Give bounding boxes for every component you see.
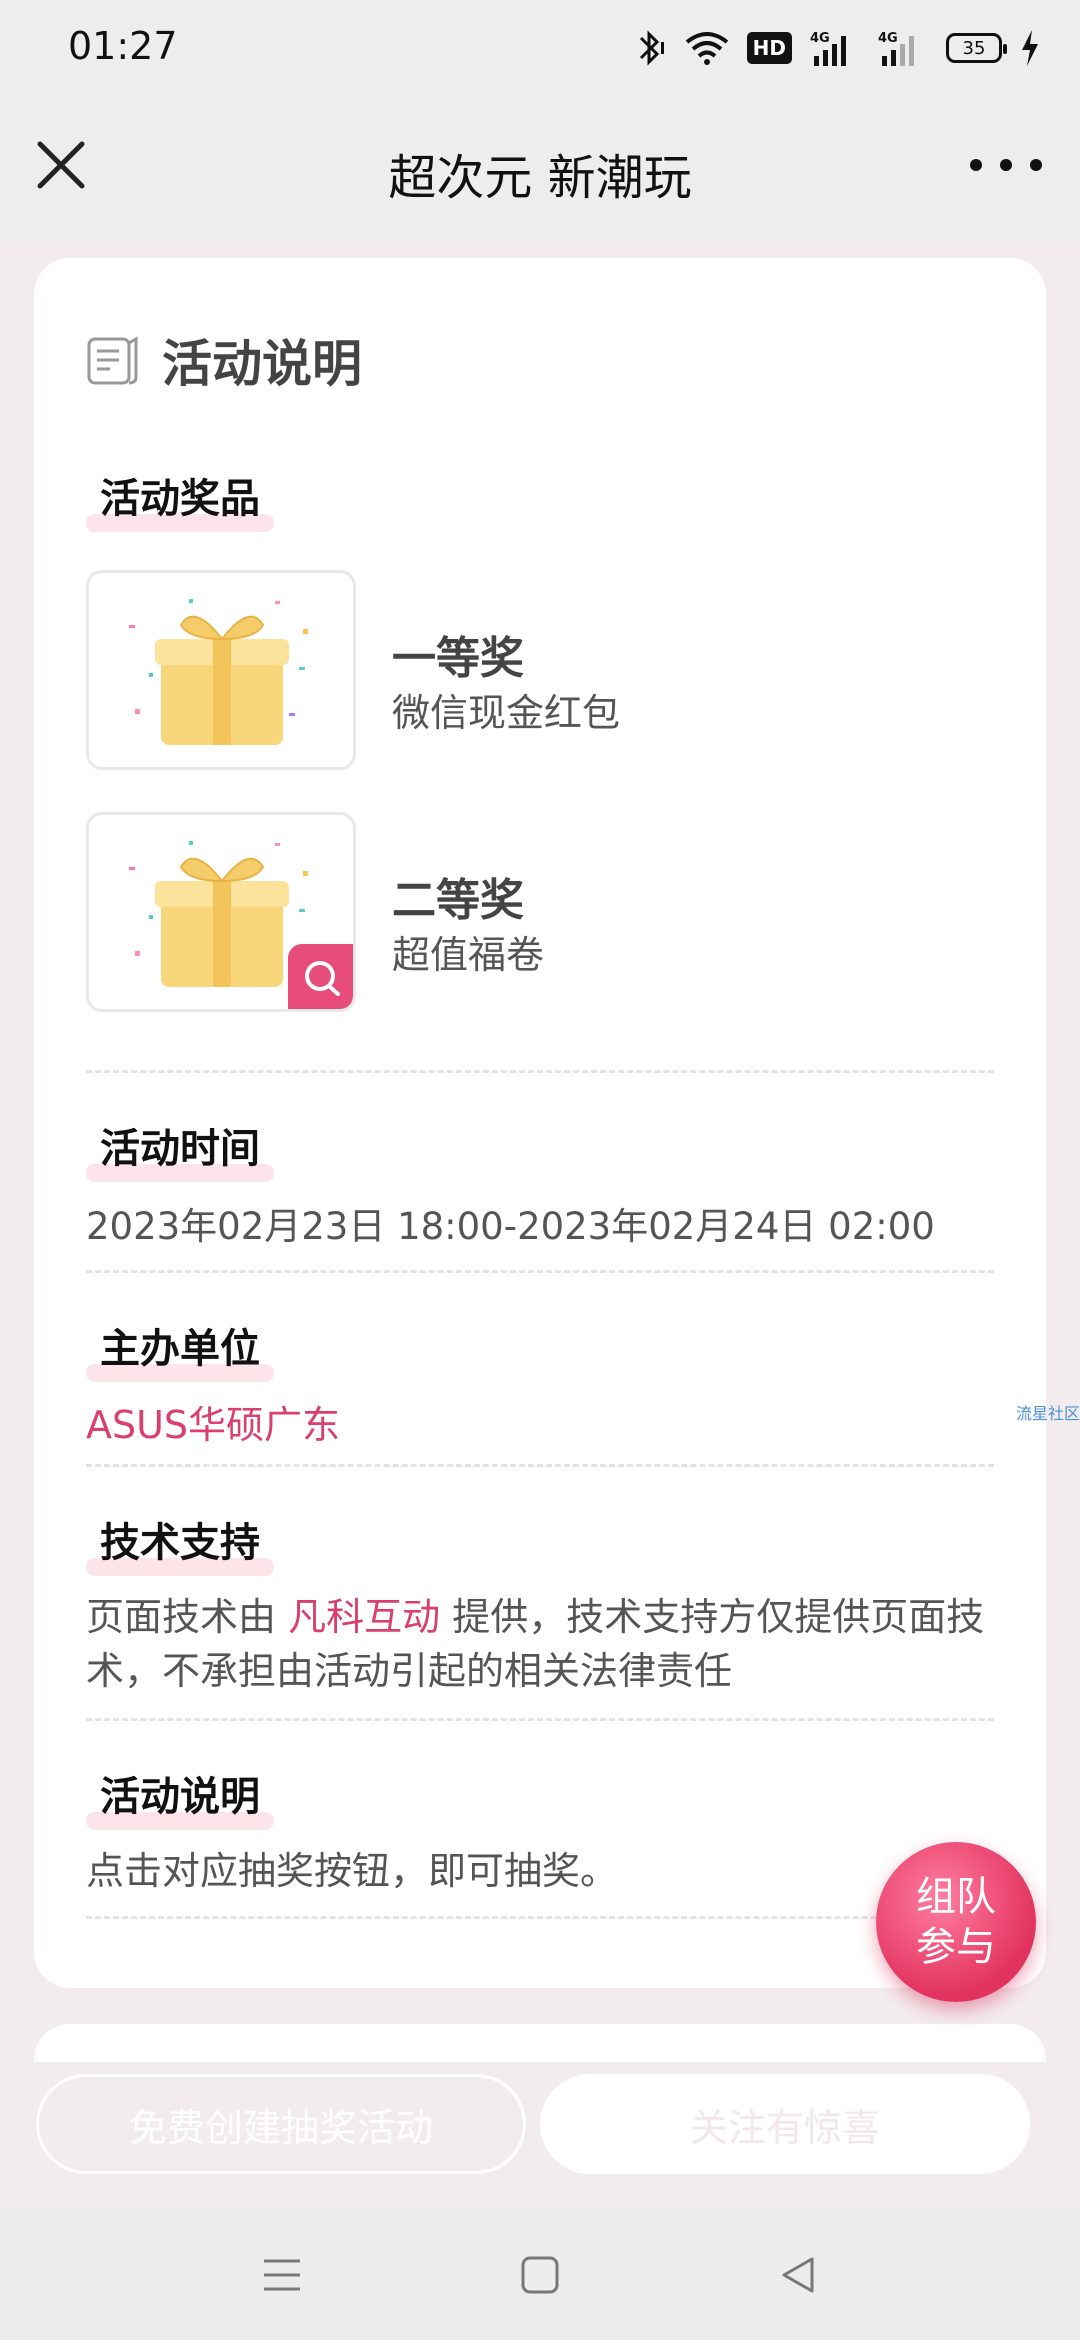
divider bbox=[86, 1070, 994, 1073]
content-area[interactable]: 活动说明 活动奖品 一等奖 微信现金红包 二等奖 超值福卷 活动时间 2023年… bbox=[0, 242, 1080, 2207]
status-icons: HD 4G 4G 35 bbox=[633, 26, 1040, 70]
system-nav-bar bbox=[0, 2207, 1080, 2340]
search-icon bbox=[305, 961, 340, 996]
tech-prefix: 页面技术由 bbox=[86, 1595, 289, 1639]
host-value[interactable]: ASUS华硕广东 bbox=[86, 1398, 340, 1452]
title-bar: 超次元 新潮玩 bbox=[0, 96, 1080, 242]
time-label: 活动时间 bbox=[86, 1126, 274, 1176]
prize-desc-1: 微信现金红包 bbox=[392, 691, 621, 735]
host-label: 主办单位 bbox=[86, 1326, 274, 1376]
bottom-action-bar: 免费创建抽奖活动 关注有惊喜 bbox=[0, 2062, 1080, 2207]
team-line-2: 参与 bbox=[916, 1924, 996, 1970]
team-join-button[interactable]: 组队 参与 bbox=[876, 1842, 1036, 2002]
card-header: 活动说明 bbox=[86, 324, 362, 396]
home-icon bbox=[521, 2256, 559, 2294]
tech-provider-link[interactable]: 凡科互动 bbox=[288, 1595, 440, 1639]
team-line-1: 组队 bbox=[916, 1874, 996, 1920]
more-dot-icon bbox=[970, 159, 982, 171]
tech-suffix: 提供，技术支持方仅提供页面技 bbox=[440, 1595, 985, 1639]
signal-icon-2: 4G bbox=[878, 28, 928, 68]
divider bbox=[86, 1718, 994, 1721]
signal-label-2: 4G bbox=[878, 31, 898, 46]
prizes-label: 活动奖品 bbox=[86, 476, 274, 526]
follow-button[interactable]: 关注有惊喜 bbox=[540, 2074, 1030, 2174]
document-icon bbox=[87, 336, 138, 385]
prize-desc-2: 超值福卷 bbox=[392, 933, 545, 977]
tech-label: 技术支持 bbox=[86, 1520, 274, 1570]
prize-name-2: 二等奖 bbox=[392, 875, 524, 926]
battery-level: 35 bbox=[962, 37, 986, 59]
prize-image-2[interactable] bbox=[86, 812, 356, 1012]
back-icon bbox=[782, 2257, 814, 2293]
more-button[interactable] bbox=[970, 142, 1042, 188]
bluetooth-icon bbox=[633, 28, 667, 68]
more-dot-icon bbox=[1000, 159, 1012, 171]
charging-icon bbox=[1020, 30, 1040, 66]
divider bbox=[86, 1270, 994, 1273]
battery-icon: 35 bbox=[946, 33, 1007, 63]
card-header-title: 活动说明 bbox=[162, 335, 362, 393]
wifi-icon bbox=[685, 30, 729, 66]
desc-value: 点击对应抽奖按钮，即可抽奖。 bbox=[86, 1849, 619, 1893]
status-bar: 01:27 HD 4G 4G 35 bbox=[0, 0, 1080, 96]
more-dot-icon bbox=[1030, 159, 1042, 171]
menu-icon bbox=[264, 2259, 300, 2291]
divider bbox=[86, 1916, 994, 1919]
page-title: 超次元 新潮玩 bbox=[388, 150, 692, 206]
create-lottery-button[interactable]: 免费创建抽奖活动 bbox=[36, 2074, 526, 2174]
status-time: 01:27 bbox=[68, 24, 178, 68]
time-value: 2023年02月23日 18:00-2023年02月24日 02:00 bbox=[86, 1205, 935, 1248]
hd-icon: HD bbox=[746, 32, 792, 64]
signal-label-1: 4G bbox=[810, 31, 830, 46]
divider bbox=[86, 1464, 994, 1467]
activity-card: 活动说明 活动奖品 一等奖 微信现金红包 二等奖 超值福卷 活动时间 2023年… bbox=[34, 258, 1046, 1988]
home-button[interactable] bbox=[518, 2253, 562, 2297]
gift-icon bbox=[129, 599, 308, 745]
zoom-button[interactable] bbox=[288, 944, 353, 1009]
back-button[interactable] bbox=[776, 2253, 820, 2297]
menu-button[interactable] bbox=[260, 2253, 304, 2297]
signal-icon: 4G bbox=[810, 28, 860, 68]
side-tag[interactable]: 流星社区 bbox=[1016, 1400, 1080, 1424]
tech-line-2: 术，不承担由活动引起的相关法律责任 bbox=[86, 1649, 733, 1693]
prize-image-1[interactable] bbox=[86, 570, 356, 770]
desc-label: 活动说明 bbox=[86, 1774, 274, 1824]
tech-text: 页面技术由 凡科互动 提供，技术支持方仅提供页面技 术，不承担由活动引起的相关法… bbox=[86, 1590, 1006, 1698]
prize-name-1: 一等奖 bbox=[392, 633, 524, 684]
